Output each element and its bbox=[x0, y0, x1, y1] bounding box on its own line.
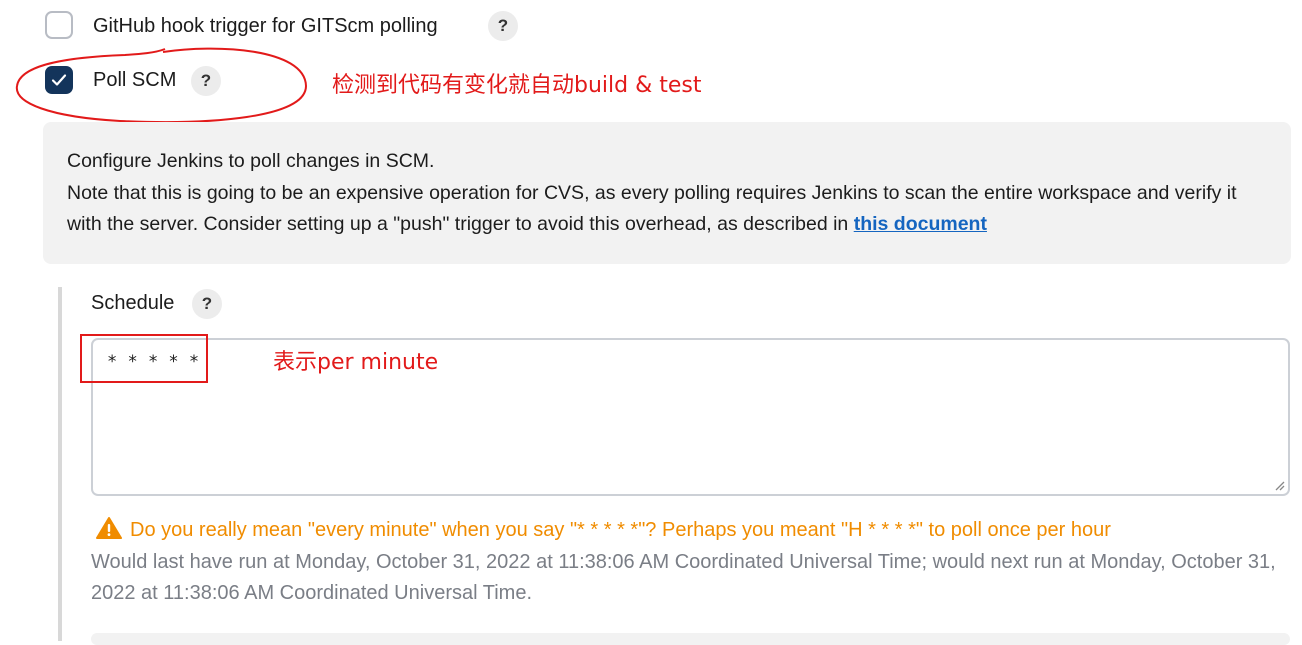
help-text-line2: Note that this is going to be an expensi… bbox=[67, 178, 1267, 241]
next-section-panel bbox=[91, 633, 1290, 645]
schedule-annotation-box bbox=[80, 334, 208, 383]
warning-icon bbox=[96, 517, 122, 539]
help-text-body: Note that this is going to be an expensi… bbox=[67, 181, 1237, 236]
github-hook-help-button[interactable]: ? bbox=[488, 11, 518, 41]
schedule-label: Schedule bbox=[91, 292, 175, 314]
nested-section-bar bbox=[58, 287, 62, 641]
schedule-warning: Do you really mean "every minute" when y… bbox=[96, 516, 1111, 544]
schedule-textarea[interactable]: * * * * * bbox=[91, 338, 1290, 496]
schedule-annotation: 表示per minute bbox=[273, 350, 439, 375]
annotation-ellipse bbox=[15, 47, 308, 123]
poll-scm-annotation: 检测到代码有变化就自动build & test bbox=[332, 73, 702, 98]
run-info-text: Would last have run at Monday, October 3… bbox=[91, 551, 1276, 604]
help-text-line1: Configure Jenkins to poll changes in SCM… bbox=[67, 150, 435, 172]
this-document-link[interactable]: this document bbox=[854, 213, 987, 235]
schedule-help-button[interactable]: ? bbox=[192, 289, 222, 319]
resize-handle-icon[interactable] bbox=[1273, 479, 1285, 491]
poll-scm-help-panel: Configure Jenkins to poll changes in SCM… bbox=[43, 122, 1291, 264]
warning-text: Do you really mean "every minute" when y… bbox=[130, 519, 1111, 541]
